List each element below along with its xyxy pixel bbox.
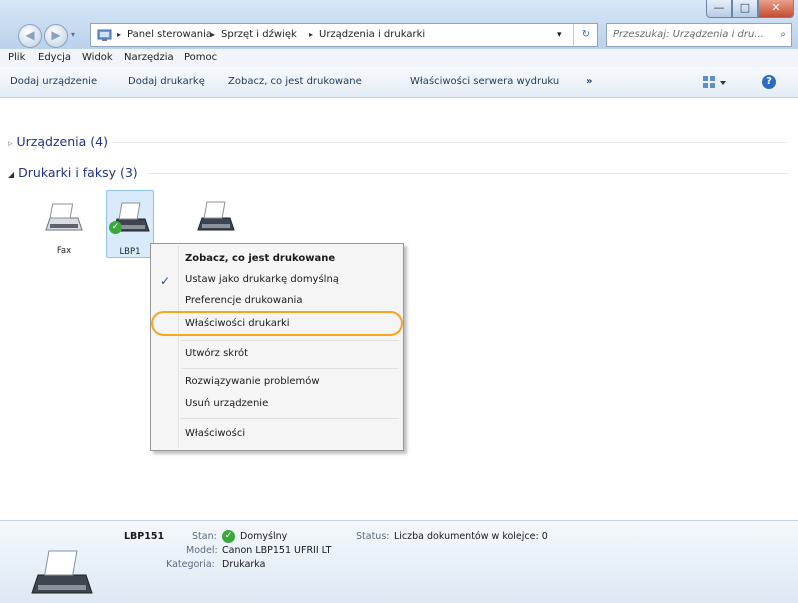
menu-separator [181, 368, 399, 369]
command-toolbar: Dodaj urządzenie Dodaj drukarkę Zobacz, … [0, 67, 798, 98]
close-icon: ✕ [771, 1, 781, 14]
menu-bar: Plik Edycja Widok Narzędzia Pomoc [0, 49, 798, 67]
breadcrumb-hardware-sound[interactable]: Sprzęt i dźwięk [221, 24, 297, 46]
group-devices[interactable]: ▹ Urządzenia (4) [8, 134, 108, 152]
breadcrumb-devices-printers[interactable]: Urządzenia i drukarki [319, 24, 425, 46]
forward-arrow-icon: ▶ [51, 28, 61, 42]
details-state-label: Stan: [192, 531, 217, 542]
devices-and-printers-window: — □ ✕ ◀ ▶ ▾ ▸ Panel sterowania ▸ Sprzęt … [0, 0, 798, 603]
refresh-icon[interactable]: ↻ [573, 24, 598, 46]
add-device-button[interactable]: Dodaj urządzenie [10, 67, 97, 97]
device-label: Fax [56, 246, 72, 256]
menu-view[interactable]: Widok [82, 49, 113, 67]
details-state-value: Domyślny [240, 531, 288, 542]
checkmark-icon: ✓ [160, 274, 171, 288]
device-fax[interactable]: Fax [40, 190, 88, 258]
details-device-name: LBP151 [124, 531, 165, 542]
maximize-button[interactable]: □ [732, 0, 758, 18]
details-model-label: Model: [186, 545, 218, 556]
breadcrumb-control-panel[interactable]: Panel sterowania [127, 24, 212, 46]
default-check-icon: ✓ [222, 530, 235, 543]
printer-icon [197, 201, 235, 231]
print-server-properties-button[interactable]: Właściwości serwera wydruku [410, 67, 559, 97]
minimize-button[interactable]: — [706, 0, 732, 18]
menu-file[interactable]: Plik [8, 49, 25, 67]
menu-help[interactable]: Pomoc [184, 49, 217, 67]
breadcrumb-separator: ▸ [309, 30, 314, 39]
menu-item-create-shortcut[interactable]: Utwórz skrót [185, 347, 248, 361]
context-menu: Zobacz, co jest drukowane ✓ Ustaw jako d… [150, 243, 404, 451]
address-dropdown-icon[interactable]: ▾ [557, 24, 562, 46]
menu-separator [181, 340, 399, 341]
menu-item-see-whats-printing[interactable]: Zobacz, co jest drukowane [185, 252, 335, 266]
back-arrow-icon: ◀ [25, 28, 35, 42]
recent-pages-dropdown[interactable]: ▾ [71, 30, 75, 39]
control-panel-icon [97, 29, 112, 41]
menu-edit[interactable]: Edycja [38, 49, 71, 67]
device-lbp151[interactable]: ✓ LBP1 [106, 190, 154, 258]
search-input[interactable]: Przeszukaj: Urządzenia i dru... ⌕ [606, 23, 792, 47]
menu-separator [181, 418, 399, 419]
printer-large-icon [31, 550, 93, 594]
menu-item-properties[interactable]: Właściwości [185, 427, 245, 441]
menu-item-remove-device[interactable]: Usuń urządzenie [185, 397, 268, 411]
group-divider [112, 142, 788, 143]
breadcrumb-separator: ▸ [117, 30, 122, 39]
menu-item-troubleshoot[interactable]: Rozwiązywanie problemów [185, 375, 320, 389]
close-button[interactable]: ✕ [758, 0, 794, 18]
default-check-icon: ✓ [109, 221, 122, 234]
details-status-value: Liczba dokumentów w kolejce: 0 [394, 531, 548, 542]
expand-arrow-icon: ▹ [8, 139, 13, 149]
menu-tools[interactable]: Narzędzia [124, 49, 174, 67]
group-printers[interactable]: ◢ Drukarki i faksy (3) [8, 165, 138, 183]
details-category-label: Kategoria: [166, 559, 215, 570]
fax-icon [45, 203, 83, 231]
minimize-icon: — [713, 1, 725, 14]
details-category-value: Drukarka [222, 559, 266, 570]
more-commands-button[interactable]: » [586, 67, 592, 97]
group-divider [148, 173, 788, 174]
details-model-value: Canon LBP151 UFRII LT [222, 545, 332, 556]
group-devices-label: Urządzenia (4) [16, 134, 108, 149]
view-options-icon[interactable] [702, 75, 728, 89]
menu-item-set-default[interactable]: Ustaw jako drukarkę domyślną [185, 273, 339, 287]
address-bar[interactable]: ▸ Panel sterowania ▸ Sprzęt i dźwięk ▸ U… [90, 23, 598, 47]
help-icon[interactable]: ? [762, 75, 776, 89]
details-pane: LBP151 Stan: ✓ Domyślny Status: Liczba d… [0, 520, 798, 603]
menu-gutter [178, 246, 179, 448]
back-button[interactable]: ◀ [18, 24, 42, 48]
forward-button[interactable]: ▶ [44, 24, 68, 48]
search-placeholder: Przeszukaj: Urządzenia i dru... [613, 29, 764, 40]
highlight-ring [151, 311, 403, 336]
search-icon[interactable]: ⌕ [780, 24, 786, 46]
maximize-icon: □ [739, 1, 751, 14]
see-whats-printing-button[interactable]: Zobacz, co jest drukowane [228, 67, 362, 97]
device-label: LBP1 [119, 247, 141, 257]
details-status-label: Status: [356, 531, 390, 542]
menu-item-printing-preferences[interactable]: Preferencje drukowania [185, 294, 302, 308]
add-printer-button[interactable]: Dodaj drukarkę [128, 67, 205, 97]
breadcrumb-separator: ▸ [211, 30, 216, 39]
collapse-arrow-icon: ◢ [8, 170, 15, 179]
group-printers-label: Drukarki i faksy (3) [18, 165, 138, 180]
